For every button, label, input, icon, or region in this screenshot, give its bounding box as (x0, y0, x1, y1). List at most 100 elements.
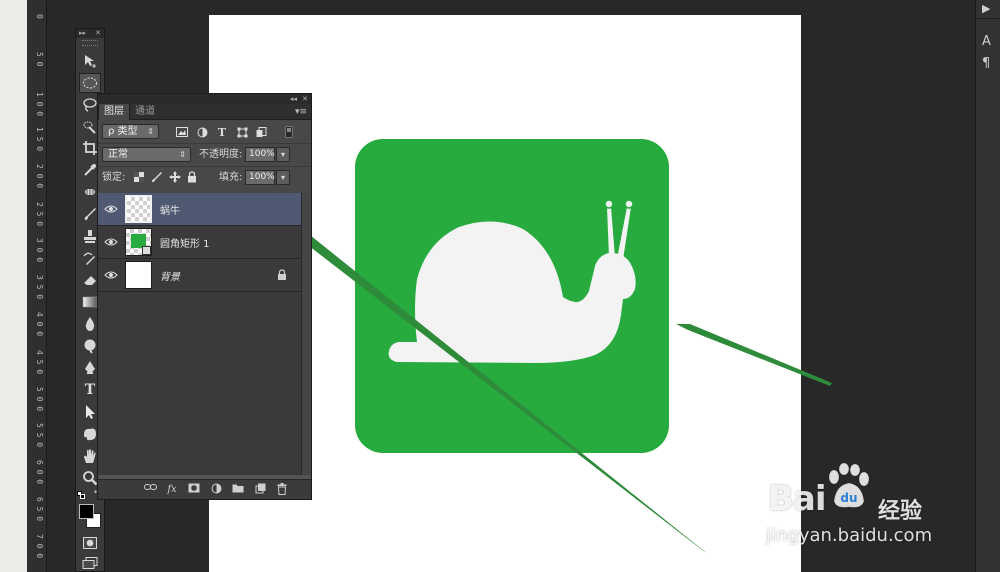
watermark-url: jingyan.baidu.com (766, 525, 933, 546)
visibility-eye-icon[interactable] (104, 269, 118, 281)
lock-position-icon[interactable] (169, 171, 181, 183)
rounded-rectangle-shape[interactable] (355, 139, 669, 453)
ruler-tick: 4 5 0 (35, 350, 44, 375)
shape-layer-badge-icon (142, 246, 151, 255)
ruler-tick: 6 5 0 (35, 497, 44, 522)
tab-channels[interactable]: 通道 (130, 104, 160, 120)
ruler-tick: 2 5 0 (35, 202, 44, 227)
trash-icon[interactable] (275, 483, 289, 496)
link-layers-icon[interactable] (143, 483, 157, 496)
add-mask-icon[interactable] (187, 483, 201, 496)
tab-layers[interactable]: 图层 (98, 104, 130, 120)
snail-antenna-tip (624, 199, 634, 209)
visibility-eye-icon[interactable] (104, 203, 118, 215)
filter-toggle-icon[interactable] (282, 126, 296, 138)
tools-grip[interactable] (82, 40, 98, 46)
filter-kind-value: ρ 类型 (108, 126, 138, 137)
ruler-tick: 3 0 0 (35, 238, 44, 263)
right-panel-dock: ▶ A ¶ (975, 0, 1000, 572)
adjustment-layer-filter-icon[interactable] (195, 126, 209, 138)
paragraph-panel-button[interactable]: ¶ (982, 56, 990, 71)
vertical-ruler: 0 5 0 1 0 0 1 5 0 2 0 0 2 5 0 3 0 0 3 5 … (27, 0, 47, 572)
opacity-label: 不透明度: (199, 149, 243, 160)
new-layer-icon[interactable] (253, 483, 267, 496)
collapse-icon[interactable]: ◂◂ (290, 94, 297, 104)
watermark-brand-suffix: du (840, 491, 857, 505)
dock-divider (976, 18, 1000, 19)
adjustment-layer-icon[interactable] (209, 483, 223, 496)
ruler-tick: 5 0 0 (35, 387, 44, 412)
ruler-tick: 5 5 0 (35, 423, 44, 448)
quick-mask-icon[interactable] (79, 533, 101, 553)
layer-row-rounded-rect[interactable]: 圆角矩形 1 (98, 226, 301, 259)
expand-panels-button[interactable]: ▶ (982, 2, 990, 15)
pixel-layer-filter-icon[interactable] (175, 126, 189, 138)
chevron-updown-icon: ⇕ (179, 150, 186, 159)
ruler-tick: 2 0 0 (35, 164, 44, 189)
layer-thumbnail-transparent (125, 195, 152, 223)
ruler-tick: 5 0 (35, 52, 44, 67)
layer-locked-icon (277, 269, 287, 281)
layers-panel-titlebar[interactable]: ◂◂ ✕ (98, 94, 311, 104)
watermark-brand: Bai (768, 479, 827, 519)
filter-row: ρ 类型 ⇕ T (98, 123, 311, 141)
watermark-product: 经验 (878, 499, 923, 524)
filter-kind-dropdown[interactable]: ρ 类型 ⇕ (102, 124, 159, 139)
snail-antenna-tip (604, 199, 614, 209)
fx-icon[interactable]: fx (165, 483, 179, 496)
chevron-updown-icon: ⇕ (147, 127, 154, 136)
screen-mode-icon[interactable] (79, 553, 101, 572)
opacity-input[interactable]: 100% (245, 147, 275, 162)
close-icon[interactable]: ✕ (302, 94, 308, 104)
character-panel-button[interactable]: A (982, 34, 991, 49)
baidu-jingyan-watermark: du Bai 经验 jingyan.baidu.com (762, 463, 962, 553)
lock-image-pixels-icon[interactable] (151, 171, 163, 183)
fill-slider-toggle[interactable]: ▾ (276, 170, 290, 185)
layers-scrollbar[interactable] (301, 193, 311, 475)
panel-tabbar: 图层 通道 ▾≡ (98, 104, 311, 120)
ruler-tick: 3 5 0 (35, 275, 44, 300)
collapse-icon[interactable]: ▸▸ (79, 29, 86, 38)
layers-panel: ◂◂ ✕ 图层 通道 ▾≡ ρ 类型 ⇕ T 正常 ⇕ 不透明度: 100% ▾… (97, 93, 312, 500)
fill-label: 填充: (219, 172, 243, 183)
blend-mode-value: 正常 (108, 149, 128, 160)
close-icon[interactable]: ✕ (95, 29, 101, 38)
ruler-tick: 4 0 0 (35, 312, 44, 337)
layer-thumbnail-shape (125, 228, 152, 256)
lock-label: 锁定: (102, 172, 126, 183)
fill-input[interactable]: 100% (245, 170, 275, 185)
layer-name[interactable]: 蜗牛 (160, 202, 180, 217)
baidu-paw-logo-icon: du (828, 463, 870, 508)
layer-row-background[interactable]: 背景 (98, 259, 301, 292)
left-edge-strip (0, 0, 27, 572)
type-layer-filter-icon[interactable]: T (215, 126, 229, 139)
ruler-tick: 1 5 0 (35, 127, 44, 152)
smart-object-filter-icon[interactable] (254, 126, 268, 138)
layers-panel-body: ρ 类型 ⇕ T 正常 ⇕ 不透明度: 100% ▾ 锁定: 填充: 100% … (98, 120, 311, 475)
new-group-folder-icon[interactable] (231, 483, 245, 496)
visibility-eye-icon[interactable] (104, 236, 118, 248)
tools-panel-header[interactable]: ▸▸ ✕ (76, 29, 104, 38)
ruler-tick: 6 0 0 (35, 460, 44, 485)
lock-transparent-pixels-icon[interactable] (133, 171, 145, 183)
default-colors-icon[interactable] (77, 491, 85, 499)
layer-name[interactable]: 背景 (160, 268, 180, 283)
ruler-tick: 1 0 0 (35, 92, 44, 117)
ruler-tick: 0 (35, 14, 44, 19)
shape-layer-filter-icon[interactable] (235, 126, 249, 138)
blend-opacity-row: 正常 ⇕ 不透明度: 100% ▾ (98, 146, 311, 164)
foreground-color-swatch[interactable] (79, 504, 94, 519)
layer-row-snail[interactable]: 蜗牛 (98, 193, 301, 226)
panel-menu-icon[interactable]: ▾≡ (295, 107, 307, 117)
layers-list: 蜗牛 圆角矩形 1 背景 (98, 193, 301, 475)
layer-name[interactable]: 圆角矩形 1 (160, 235, 210, 250)
ruler-tick: 7 0 0 (35, 534, 44, 559)
layers-panel-footer: fx (98, 479, 311, 499)
lock-fill-row: 锁定: 填充: 100% ▾ (98, 169, 311, 187)
layer-thumbnail-white (125, 261, 152, 289)
blend-mode-dropdown[interactable]: 正常 ⇕ (102, 147, 191, 162)
opacity-slider-toggle[interactable]: ▾ (276, 147, 290, 162)
lock-all-icon[interactable] (187, 171, 199, 183)
move-tool-icon[interactable] (79, 51, 101, 71)
elliptical-marquee-tool-icon[interactable] (79, 73, 101, 93)
